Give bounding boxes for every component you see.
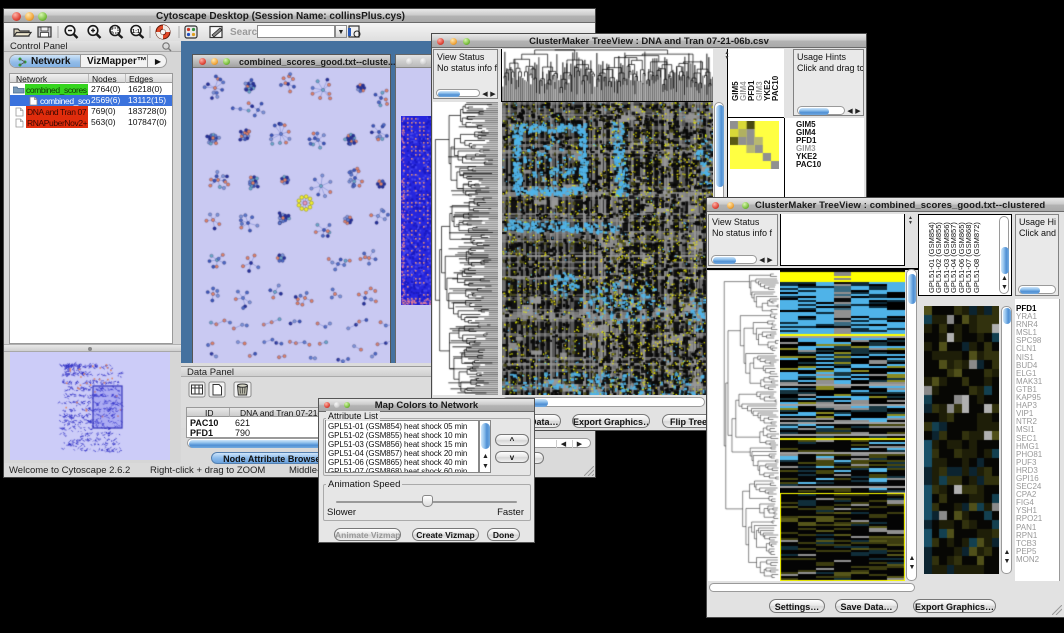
svg-text:1:1: 1:1 (132, 29, 140, 35)
